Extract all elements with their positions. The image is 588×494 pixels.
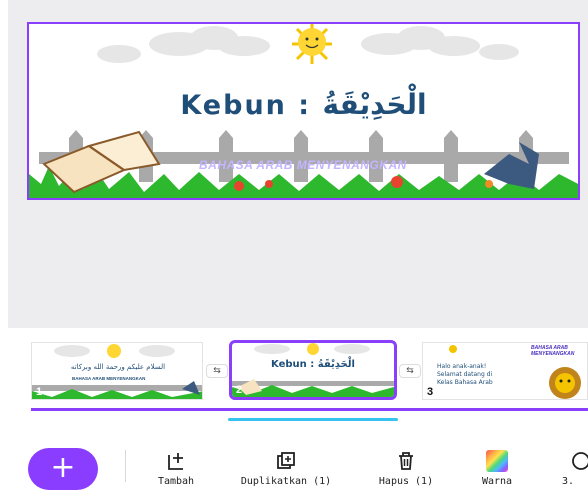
duplicate-label: Duplikatkan (1) [240,476,332,487]
slide-banner: BAHASA ARAB MENYENANGKAN [199,158,407,172]
thumbnail-text: Halo anak-anak! Selamat datang di Kelas … [437,363,493,386]
more-label: 3. [562,476,575,487]
page-thumbnail-3[interactable]: Halo anak-anak! Selamat datang di Kelas … [422,342,588,400]
thumbnail-title-latin: Kebun : [271,359,318,370]
add-page-icon [168,453,183,470]
page-thumbnail-2-selected[interactable]: Kebun : الْحَدِيْقَةُ 2 [229,340,397,400]
duplicate-icon [277,452,295,469]
thumbnail-artwork [32,344,202,399]
delete-label: Hapus (1) [378,476,434,487]
thumbnail-arabic-text: السلام عليكم ورحمة الله وبركاته [70,363,166,371]
color-swatch-icon [486,450,508,472]
sun-icon [292,24,332,64]
selection-underline [31,408,588,411]
thumbnail-artwork [232,343,394,397]
page-number: 2 [236,384,243,396]
more-icon [572,452,588,470]
page-number: 1 [36,386,43,398]
cloud-left [97,26,270,63]
page-thumbnail-1[interactable]: السلام عليكم ورحمة الله وبركاته BAHASA A… [31,342,203,400]
thumbnail-title: Kebun : الْحَدِيْقَةُ [232,359,394,370]
tambah-label: Tambah [157,476,195,487]
slide-title-arabic: الْحَدِيْقَةُ [322,88,427,121]
slide-title: Kebun : الْحَدِيْقَةُ [29,88,578,121]
toolbar-divider [125,450,126,482]
main-slide[interactable]: Kebun : الْحَدِيْقَةُ BAHASA ARAB MENYEN… [27,22,580,200]
color-label: Warna [481,476,513,487]
thumbnail-banner: BAHASA ARAB MENYENANGKAN [531,345,575,357]
cloud-right [361,26,519,60]
duplicate-button[interactable]: Duplikatkan (1) [226,450,346,487]
trash-icon [399,452,413,470]
page-number: 3 [427,386,434,398]
color-button[interactable]: Warna [472,450,522,487]
delete-button[interactable]: Hapus (1) [368,450,444,487]
more-button[interactable]: 3. [562,450,588,487]
scroll-indicator[interactable] [228,418,398,421]
add-button[interactable]: + [28,448,98,490]
transition-button[interactable]: ⇆ [206,364,228,378]
thumbnail-title-arabic: الْحَدِيْقَةُ [317,359,355,370]
tambah-button[interactable]: Tambah [146,450,206,487]
transition-button[interactable]: ⇆ [399,364,421,378]
thumbnail-banner: BAHASA ARAB MENYENANGKAN [72,376,146,381]
slide-title-latin: Kebun : [180,90,323,121]
